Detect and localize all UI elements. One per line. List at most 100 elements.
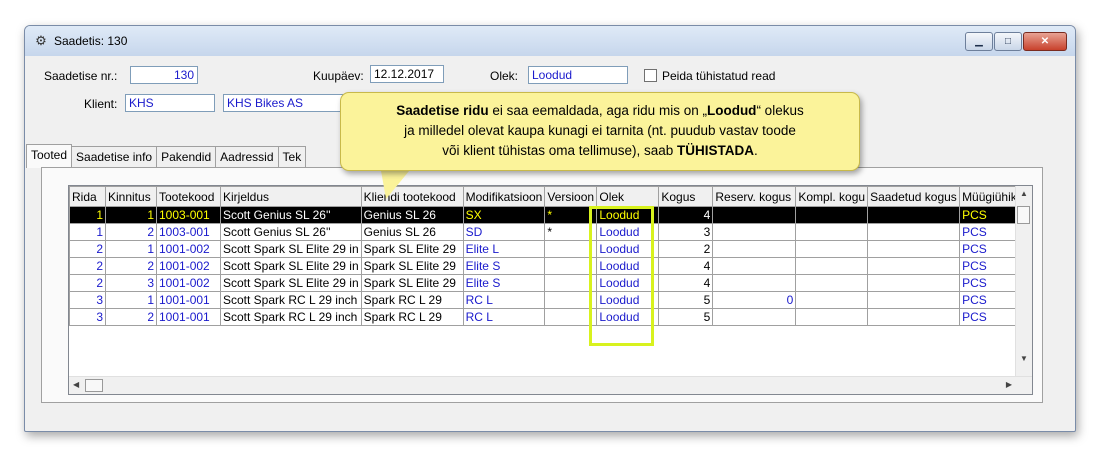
table-row[interactable]: 3 1 1001-001 Scott Spark RC L 29 inch Spark …: [69, 291, 1031, 309]
cell-olek[interactable]: Loodud: [596, 206, 660, 224]
cell-modifikatsioon[interactable]: SD: [462, 223, 546, 241]
cell-saadetud-kogus[interactable]: [867, 274, 961, 292]
scroll-up-icon[interactable]: ▲: [1020, 189, 1028, 198]
table-row[interactable]: 2 1 1001-002 Scott Spark SL Elite 29 in Spar…: [69, 240, 1031, 258]
cell-kliendi-tootekood[interactable]: Spark RC L 29: [360, 291, 464, 309]
horizontal-scroll-thumb[interactable]: [85, 379, 103, 392]
scroll-left-icon[interactable]: ◀: [73, 380, 79, 389]
cell-saadetud-kogus[interactable]: [867, 223, 961, 241]
cell-versioon[interactable]: [544, 257, 598, 275]
cell-kirjeldus[interactable]: Scott Genius SL 26'': [220, 206, 362, 224]
cell-kogus[interactable]: 4: [658, 206, 714, 224]
cell-tootekood[interactable]: 1003-001: [156, 223, 221, 241]
column-header-tootekood[interactable]: Tootekood: [156, 186, 221, 207]
minimize-button[interactable]: ▁: [965, 32, 993, 51]
cell-reserv-kogus[interactable]: [712, 240, 797, 258]
tab-pakendid[interactable]: Pakendid: [156, 146, 217, 167]
table-row[interactable]: 2 3 1001-002 Scott Spark SL Elite 29 in Spar…: [69, 274, 1031, 292]
cell-kinnitus[interactable]: 2: [105, 257, 157, 275]
cell-kirjeldus[interactable]: Scott Genius SL 26'': [220, 223, 362, 241]
cell-kinnitus[interactable]: 1: [105, 291, 157, 309]
cell-kliendi-tootekood[interactable]: Spark SL Elite 29: [360, 257, 464, 275]
column-header-reserv-kogus[interactable]: Reserv. kogus: [712, 186, 797, 207]
horizontal-scrollbar[interactable]: ◀ ▶: [69, 376, 1032, 394]
cell-rida[interactable]: 3: [69, 308, 106, 326]
cell-olek[interactable]: Loodud: [596, 274, 660, 292]
cell-reserv-kogus[interactable]: [712, 223, 797, 241]
maximize-button[interactable]: □: [994, 32, 1022, 51]
tab-tooted[interactable]: Tooted: [26, 144, 73, 168]
cell-olek[interactable]: Loodud: [596, 257, 660, 275]
cell-versioon[interactable]: *: [544, 223, 598, 241]
cell-kogus[interactable]: 5: [658, 291, 714, 309]
cell-reserv-kogus[interactable]: [712, 206, 797, 224]
cell-rida[interactable]: 1: [69, 206, 106, 224]
cell-saadetud-kogus[interactable]: [867, 206, 961, 224]
column-header-versioon[interactable]: Versioon: [544, 186, 598, 207]
cell-saadetud-kogus[interactable]: [867, 291, 961, 309]
cell-reserv-kogus[interactable]: [712, 257, 797, 275]
tab-tek[interactable]: Tek: [277, 146, 307, 167]
cell-modifikatsioon[interactable]: RC L: [462, 291, 546, 309]
cell-kliendi-tootekood[interactable]: Genius SL 26: [360, 223, 464, 241]
cell-kliendi-tootekood[interactable]: Spark RC L 29: [360, 308, 464, 326]
cell-kirjeldus[interactable]: Scott Spark SL Elite 29 in: [220, 274, 362, 292]
table-row[interactable]: 1 1 1003-001 Scott Genius SL 26'' Genius SL …: [69, 206, 1031, 224]
cell-kliendi-tootekood[interactable]: Genius SL 26: [360, 206, 464, 224]
cell-saadetud-kogus[interactable]: [867, 257, 961, 275]
cell-tootekood[interactable]: 1001-002: [156, 274, 221, 292]
column-header-kogus[interactable]: Kogus: [658, 186, 714, 207]
close-button[interactable]: ✕: [1023, 32, 1067, 51]
vertical-scrollbar[interactable]: ▲ ▼: [1015, 186, 1032, 376]
cell-kliendi-tootekood[interactable]: Spark SL Elite 29: [360, 274, 464, 292]
cell-saadetud-kogus[interactable]: [867, 308, 961, 326]
cell-kinnitus[interactable]: 3: [105, 274, 157, 292]
cell-rida[interactable]: 2: [69, 274, 106, 292]
cell-kompl-kogus[interactable]: [795, 223, 869, 241]
shipment-no-field[interactable]: 130: [130, 66, 198, 84]
cell-versioon[interactable]: [544, 240, 598, 258]
cell-kogus[interactable]: 4: [658, 274, 714, 292]
scroll-right-icon[interactable]: ▶: [1006, 380, 1012, 389]
cell-kirjeldus[interactable]: Scott Spark SL Elite 29 in: [220, 257, 362, 275]
cell-modifikatsioon[interactable]: SX: [462, 206, 546, 224]
cell-rida[interactable]: 2: [69, 240, 106, 258]
cell-rida[interactable]: 1: [69, 223, 106, 241]
column-header-saadetud-kogus[interactable]: Saadetud kogus: [867, 186, 961, 207]
cell-tootekood[interactable]: 1001-001: [156, 291, 221, 309]
cell-modifikatsioon[interactable]: Elite S: [462, 257, 546, 275]
cell-kompl-kogus[interactable]: [795, 206, 869, 224]
cell-versioon[interactable]: [544, 274, 598, 292]
cell-modifikatsioon[interactable]: Elite S: [462, 274, 546, 292]
client-code-field[interactable]: KHS: [125, 94, 215, 112]
tab-aadressid[interactable]: Aadressid: [215, 146, 279, 167]
cell-olek[interactable]: Loodud: [596, 223, 660, 241]
cell-kogus[interactable]: 4: [658, 257, 714, 275]
cell-olek[interactable]: Loodud: [596, 240, 660, 258]
cell-kinnitus[interactable]: 2: [105, 308, 157, 326]
title-bar[interactable]: ⚙ Saadetis: 130 ▁ □ ✕: [25, 26, 1075, 56]
table-row[interactable]: 1 2 1003-001 Scott Genius SL 26'' Genius SL …: [69, 223, 1031, 241]
column-header-olek[interactable]: Olek: [596, 186, 660, 207]
cell-reserv-kogus[interactable]: [712, 308, 797, 326]
cell-kompl-kogus[interactable]: [795, 291, 869, 309]
hide-cancelled-checkbox[interactable]: [644, 69, 657, 82]
cell-kogus[interactable]: 2: [658, 240, 714, 258]
date-field[interactable]: 12.12.2017: [370, 65, 444, 83]
column-header-kompl-kogus[interactable]: Kompl. kogu: [795, 186, 869, 207]
cell-versioon[interactable]: *: [544, 206, 598, 224]
cell-kompl-kogus[interactable]: [795, 308, 869, 326]
cell-versioon[interactable]: [544, 291, 598, 309]
table-row[interactable]: 3 2 1001-001 Scott Spark RC L 29 inch Spark …: [69, 308, 1031, 326]
cell-kogus[interactable]: 3: [658, 223, 714, 241]
cell-olek[interactable]: Loodud: [596, 291, 660, 309]
tab-saadetise-info[interactable]: Saadetise info: [71, 146, 158, 167]
products-grid[interactable]: Rida Kinnitus Tootekood Kirjeldus Kliendi to…: [68, 185, 1033, 395]
cell-kompl-kogus[interactable]: [795, 257, 869, 275]
cell-olek[interactable]: Loodud: [596, 308, 660, 326]
cell-tootekood[interactable]: 1001-002: [156, 240, 221, 258]
cell-versioon[interactable]: [544, 308, 598, 326]
cell-kirjeldus[interactable]: Scott Spark RC L 29 inch: [220, 291, 362, 309]
cell-tootekood[interactable]: 1003-001: [156, 206, 221, 224]
column-header-kirjeldus[interactable]: Kirjeldus: [220, 186, 362, 207]
